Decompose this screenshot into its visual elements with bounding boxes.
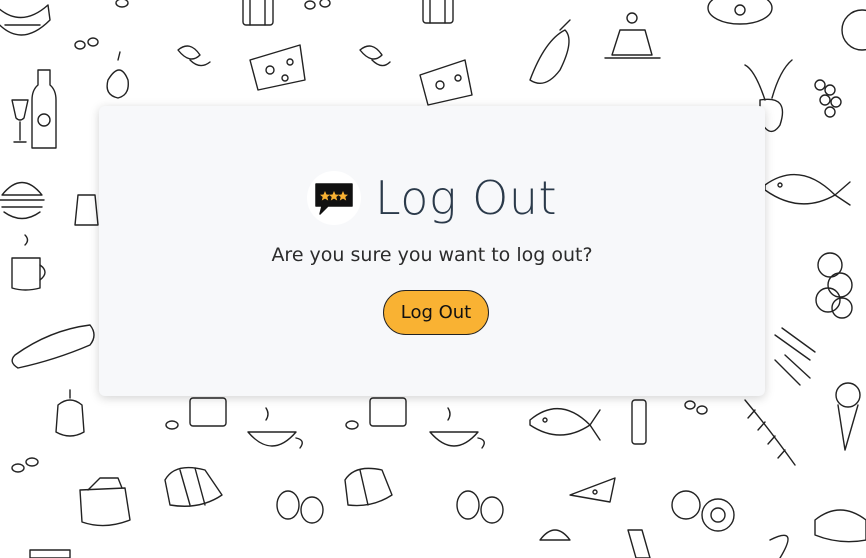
cup-doodle-icon bbox=[247, 407, 485, 449]
basket-doodle-icon bbox=[79, 477, 131, 527]
herb-doodle-icon bbox=[177, 45, 391, 67]
logout-confirmation-message: Are you sure you want to log out? bbox=[271, 244, 593, 266]
fish-doodle-icon bbox=[529, 407, 601, 441]
olive-doodle-icon bbox=[11, 400, 708, 473]
rating-chat-bubble-icon bbox=[306, 171, 361, 225]
grapes-doodle-icon bbox=[814, 79, 842, 118]
burger-doodle-icon bbox=[0, 181, 45, 220]
cheese-wheel-doodle-icon bbox=[164, 466, 393, 507]
cheese-doodle-icon bbox=[0, 4, 51, 36]
rosemary-doodle-icon bbox=[744, 399, 796, 466]
pizza-doodle-icon bbox=[569, 477, 616, 503]
dessert-doodle-icon bbox=[604, 12, 661, 59]
plate-doodle-icon bbox=[707, 0, 866, 51]
garlic-doodle-icon bbox=[815, 252, 853, 319]
fish-doodle-icon bbox=[764, 173, 851, 206]
pasta-doodle-icon bbox=[774, 327, 816, 386]
logout-dialog: Log Out Are you sure you want to log out… bbox=[99, 106, 765, 396]
glass-doodle-icon bbox=[242, 0, 454, 26]
misc-doodle-icon bbox=[29, 509, 866, 558]
jar-doodle-icon bbox=[189, 397, 647, 445]
salt-shaker-doodle-icon bbox=[74, 194, 99, 226]
dialog-header: Log Out bbox=[99, 168, 765, 228]
ice-cream-doodle-icon bbox=[835, 382, 861, 451]
mug-doodle-icon bbox=[11, 234, 46, 291]
onion-doodle-icon bbox=[106, 51, 129, 99]
cheese-wedge-doodle-icon bbox=[249, 44, 473, 106]
dialog-title: Log Out bbox=[374, 171, 558, 225]
eggplant-doodle-icon bbox=[529, 19, 571, 84]
tomato-doodle-icon bbox=[671, 490, 735, 532]
logout-button[interactable]: Log Out bbox=[383, 290, 489, 335]
pepper-doodle-icon bbox=[55, 389, 85, 437]
wine-bottle-doodle-icon bbox=[11, 69, 57, 149]
olive-doodle-icon bbox=[74, 0, 331, 50]
cucumber-doodle-icon bbox=[11, 324, 95, 369]
